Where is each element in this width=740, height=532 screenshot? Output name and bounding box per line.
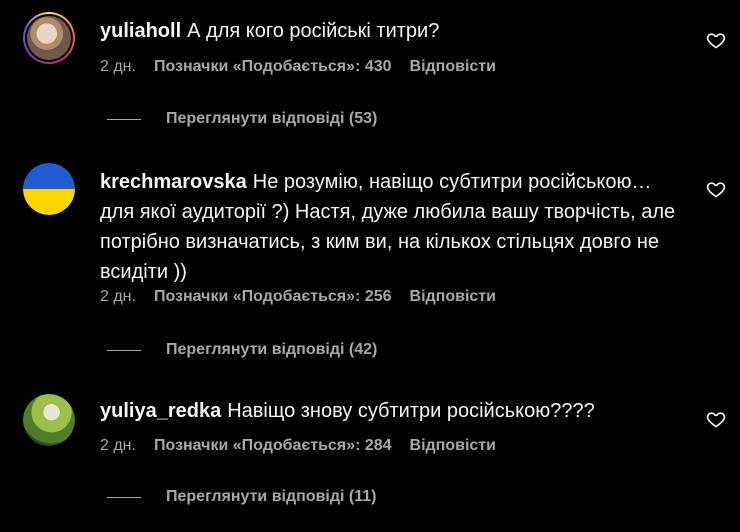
avatar-image [23, 163, 75, 215]
view-replies-button[interactable]: Переглянути відповіді (42) [107, 341, 377, 359]
view-replies-button[interactable]: Переглянути відповіді (11) [107, 488, 376, 506]
avatar[interactable] [23, 12, 75, 64]
timestamp[interactable]: 2 дн. [100, 437, 136, 455]
divider [107, 118, 141, 120]
divider [107, 496, 141, 498]
avatar[interactable] [23, 163, 75, 215]
like-count[interactable]: Позначки «Подобається»: 430 [154, 58, 392, 76]
heart-icon[interactable] [706, 409, 726, 429]
reply-button[interactable]: Відповісти [410, 58, 496, 76]
like-count[interactable]: Позначки «Подобається»: 256 [154, 288, 392, 306]
comment-meta: 2 дн. Позначки «Подобається»: 256 Відпов… [100, 288, 496, 306]
like-count[interactable]: Позначки «Подобається»: 284 [154, 437, 392, 455]
comment-meta: 2 дн. Позначки «Подобається»: 430 Відпов… [100, 58, 496, 76]
view-replies-label: Переглянути відповіді (53) [166, 110, 378, 127]
view-replies-label: Переглянути відповіді (42) [166, 341, 378, 358]
timestamp[interactable]: 2 дн. [100, 58, 136, 76]
view-replies-button[interactable]: Переглянути відповіді (53) [107, 110, 377, 128]
avatar-image [27, 16, 71, 60]
avatar[interactable] [23, 394, 75, 446]
reply-button[interactable]: Відповісти [410, 288, 496, 306]
timestamp[interactable]: 2 дн. [100, 288, 136, 306]
view-replies-label: Переглянути відповіді (11) [166, 488, 377, 505]
comment-text: krechmarovska Не розумію, навіщо субтитри… [100, 167, 680, 287]
divider [107, 349, 141, 351]
comment-text: yuliaholl А для кого російські титри? [100, 16, 680, 46]
username[interactable]: krechmarovska [100, 171, 247, 193]
username[interactable]: yuliya_redka [100, 400, 221, 422]
heart-icon[interactable] [706, 30, 726, 50]
reply-button[interactable]: Відповісти [410, 437, 496, 455]
comment-meta: 2 дн. Позначки «Подобається»: 284 Відпов… [100, 437, 496, 455]
comment-body: А для кого російські титри? [187, 20, 440, 42]
heart-icon[interactable] [706, 179, 726, 199]
username[interactable]: yuliaholl [100, 20, 181, 42]
comment-text: yuliya_redka Навіщо знову субтитри російс… [100, 396, 680, 426]
comment-body: Навіщо знову субтитри російською???? [227, 400, 595, 422]
avatar-image [23, 394, 75, 446]
